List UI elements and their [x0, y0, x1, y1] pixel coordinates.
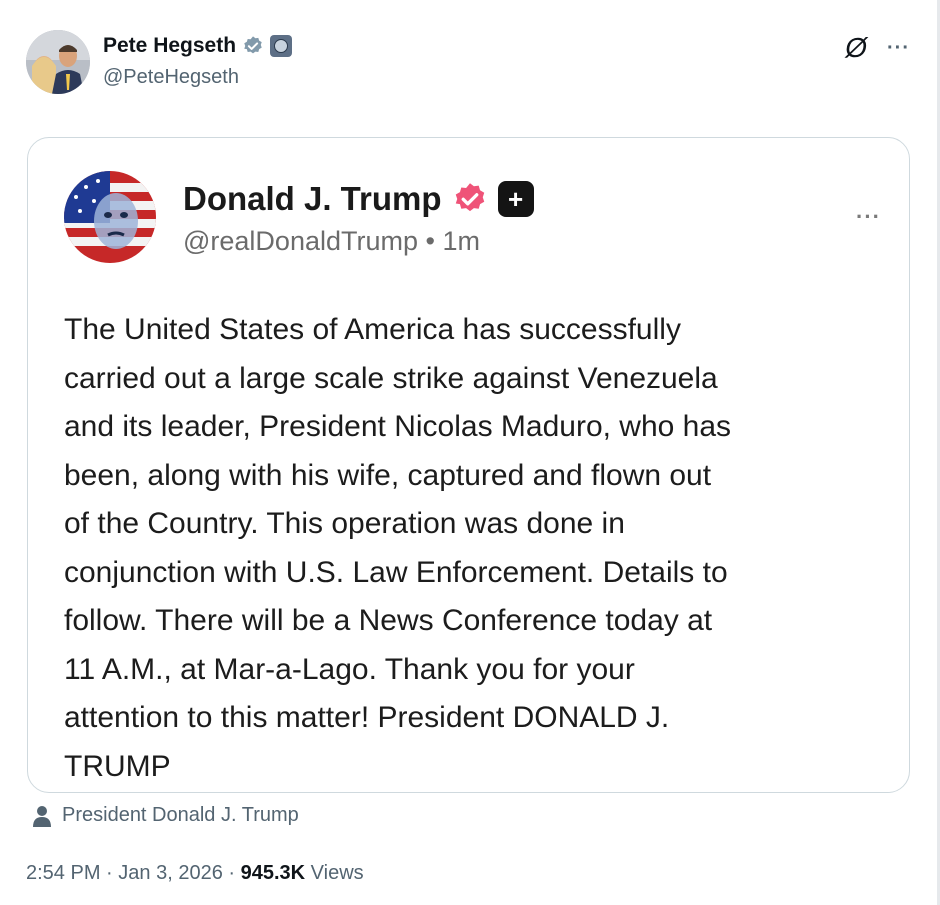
plus-badge-icon: +: [497, 181, 534, 217]
quoted-post-text: The United States of America has success…: [64, 313, 732, 783]
meta-dot: ·: [106, 862, 113, 884]
separator: •: [425, 226, 435, 256]
quoted-name-row: Donald J. Trump +: [183, 180, 534, 218]
more-options-icon[interactable]: ···: [887, 38, 910, 58]
quoted-author-avatar[interactable]: [64, 171, 156, 263]
person-icon: [33, 805, 51, 827]
post-actions: Ø ···: [845, 34, 910, 62]
post-age[interactable]: 1m: [442, 226, 480, 256]
grok-icon[interactable]: Ø: [845, 34, 867, 62]
author-name-row: Pete Hegseth: [103, 34, 293, 58]
views-count: 945.3K: [240, 862, 306, 884]
quoted-post-card[interactable]: Donald J. Trump + @realDonaldTrump • 1m …: [27, 137, 910, 793]
views-label: Views: [310, 862, 364, 884]
verified-badge-icon: [244, 36, 262, 54]
author-handle[interactable]: @PeteHegseth: [103, 66, 239, 89]
post-time[interactable]: 2:54 PM: [26, 862, 100, 884]
quoted-author-handle[interactable]: @realDonaldTrump: [183, 226, 418, 256]
quoted-more-options-icon[interactable]: ···: [856, 204, 881, 230]
post-meta: 2:54 PM · Jan 3, 2026 · 945.3K Views: [26, 862, 364, 885]
post-date[interactable]: Jan 3, 2026: [118, 862, 223, 884]
quoted-author-name[interactable]: Donald J. Trump: [183, 180, 442, 218]
attribution: President Donald J. Trump: [32, 804, 299, 827]
attribution-label[interactable]: President Donald J. Trump: [62, 804, 299, 827]
quoted-handle-row: @realDonaldTrump • 1m: [183, 226, 480, 257]
author-avatar[interactable]: [26, 30, 90, 94]
verified-badge-icon: [455, 183, 484, 212]
affiliation-badge-icon: [270, 35, 293, 57]
meta-dot: ·: [228, 862, 236, 884]
author-name[interactable]: Pete Hegseth: [103, 34, 236, 58]
